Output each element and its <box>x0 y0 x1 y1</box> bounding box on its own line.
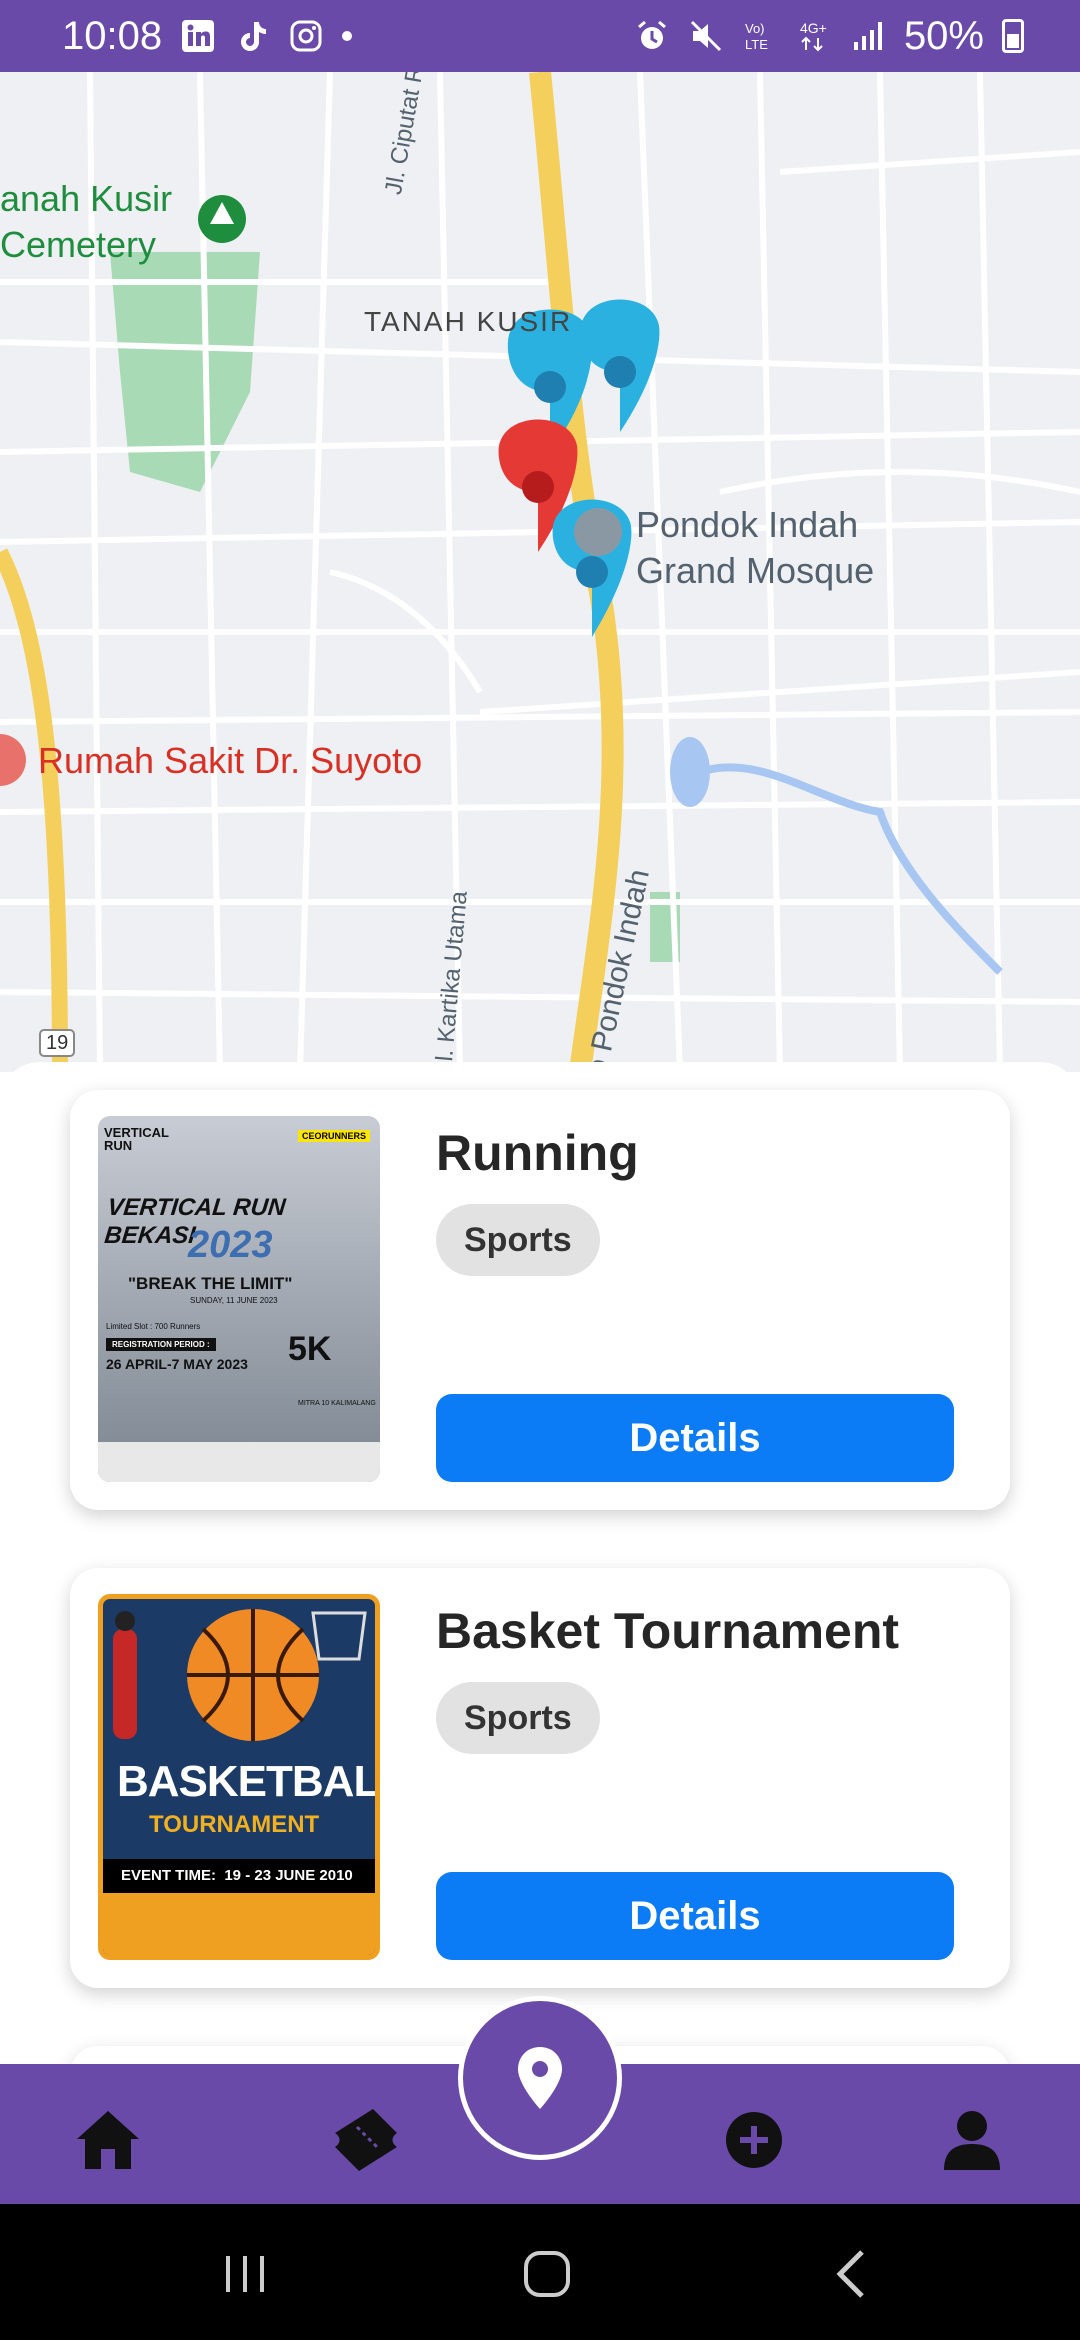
nav-add[interactable] <box>714 2100 794 2180</box>
poster-sponsor: CEORUNNERS <box>297 1130 370 1142</box>
poster-period: 26 APRIL-7 MAY 2023 <box>106 1356 248 1372</box>
map-label-hospital: Rumah Sakit Dr. Suyoto <box>38 740 423 781</box>
alarm-icon <box>637 20 666 49</box>
map-label-mosque-1: Pondok Indah <box>636 504 859 545</box>
poster-footer <box>98 1442 380 1482</box>
details-button[interactable]: Details <box>436 1872 954 1960</box>
notification-dot <box>342 31 353 41</box>
map-label-mosque-2: Grand Mosque <box>636 550 875 591</box>
status-left: 10:08 <box>62 13 353 59</box>
hospital-icon <box>0 734 26 786</box>
poster-period-label: REGISTRATION PERIOD : <box>106 1338 216 1351</box>
signal-icon <box>853 22 882 50</box>
home-system-icon <box>524 2251 570 2297</box>
status-time: 10:08 <box>62 13 163 58</box>
tiktok-icon <box>241 22 267 51</box>
linkedin-icon <box>182 20 215 52</box>
instagram-icon <box>290 20 322 52</box>
status-right: Vo) LTE 4G+ 50% <box>634 14 1024 59</box>
back-icon <box>836 2250 864 2298</box>
map-label-district: TANAH KUSIR <box>364 306 573 337</box>
poster-brand: VERTICAL RUN <box>104 1125 169 1153</box>
battery-icon <box>1002 19 1024 53</box>
event-title: Running <box>436 1125 639 1181</box>
poster-event-time: EVENT TIME: 19 - 23 JUNE 2010 <box>121 1867 353 1884</box>
mosque-icon <box>574 508 622 556</box>
poster-distance: 5K <box>288 1330 332 1368</box>
category-chip: Sports <box>436 1204 600 1276</box>
lake <box>670 737 710 807</box>
map-label-route: 19 <box>46 1032 69 1054</box>
volte-icon: Vo)LTE <box>745 21 768 52</box>
4g-icon: 4G+ <box>800 20 827 52</box>
home-system-button[interactable] <box>512 2244 582 2304</box>
map-background <box>0 72 1080 1072</box>
recent-apps-button[interactable] <box>210 2244 280 2304</box>
river <box>698 763 1003 975</box>
street-grid <box>0 72 1080 1072</box>
category-chip: Sports <box>436 1682 600 1754</box>
map-label-cemetery-1: anah Kusir <box>0 178 173 219</box>
event-poster-basket: BASKETBALL TOURNAMENT EVENT TIME: 19 - 2… <box>98 1594 380 1960</box>
battery-percent: 50% <box>903 13 984 58</box>
marker-blue-2[interactable] <box>580 299 660 433</box>
svg-text:4G+: 4G+ <box>800 20 827 36</box>
location-pin-icon <box>518 2047 562 2109</box>
nav-home[interactable] <box>68 2100 148 2180</box>
poster-limit: Limited Slot : 700 Runners <box>106 1322 201 1331</box>
home-icon <box>77 2111 139 2169</box>
park-area <box>110 252 260 492</box>
event-title: Basket Tournament <box>436 1603 900 1659</box>
nav-profile[interactable] <box>932 2100 1012 2180</box>
nav-map-button[interactable] <box>458 1996 622 2160</box>
ticket-icon <box>335 2109 397 2171</box>
poster-line1: BASKETBALL <box>117 1757 380 1806</box>
details-button[interactable]: Details <box>436 1394 954 1482</box>
poster-date: SUNDAY, 11 JUNE 2023 <box>190 1296 278 1305</box>
add-circle-icon <box>726 2112 782 2168</box>
mute-icon <box>690 20 721 52</box>
system-nav-bar <box>0 2204 1080 2340</box>
poster-year: 2023 <box>188 1224 273 1266</box>
profile-icon <box>944 2111 1000 2170</box>
recent-apps-icon <box>226 2256 264 2292</box>
event-card-running[interactable]: VERTICAL RUN CEORUNNERS VERTICAL RUN BEK… <box>70 1090 1010 1510</box>
poster-tagline: "BREAK THE LIMIT" <box>128 1274 293 1293</box>
poster-venue: MITRA 10 KALIMALANG <box>298 1400 376 1407</box>
back-button[interactable] <box>815 2244 885 2304</box>
event-poster-running: VERTICAL RUN CEORUNNERS VERTICAL RUN BEK… <box>98 1116 380 1482</box>
status-bar: 10:08 Vo) LTE 4G+ 50% <box>0 0 1080 72</box>
event-card-basket[interactable]: BASKETBALL TOURNAMENT EVENT TIME: 19 - 2… <box>70 1568 1010 1988</box>
svg-text:Vo): Vo) <box>745 21 765 36</box>
map-label-cemetery-2: Cemetery <box>0 224 157 265</box>
map-view[interactable]: anah Kusir Cemetery TANAH KUSIR Pondok I… <box>0 72 1080 1072</box>
poster-line2: TOURNAMENT <box>149 1811 320 1838</box>
svg-text:LTE: LTE <box>745 37 768 52</box>
nav-tickets[interactable] <box>326 2100 406 2180</box>
